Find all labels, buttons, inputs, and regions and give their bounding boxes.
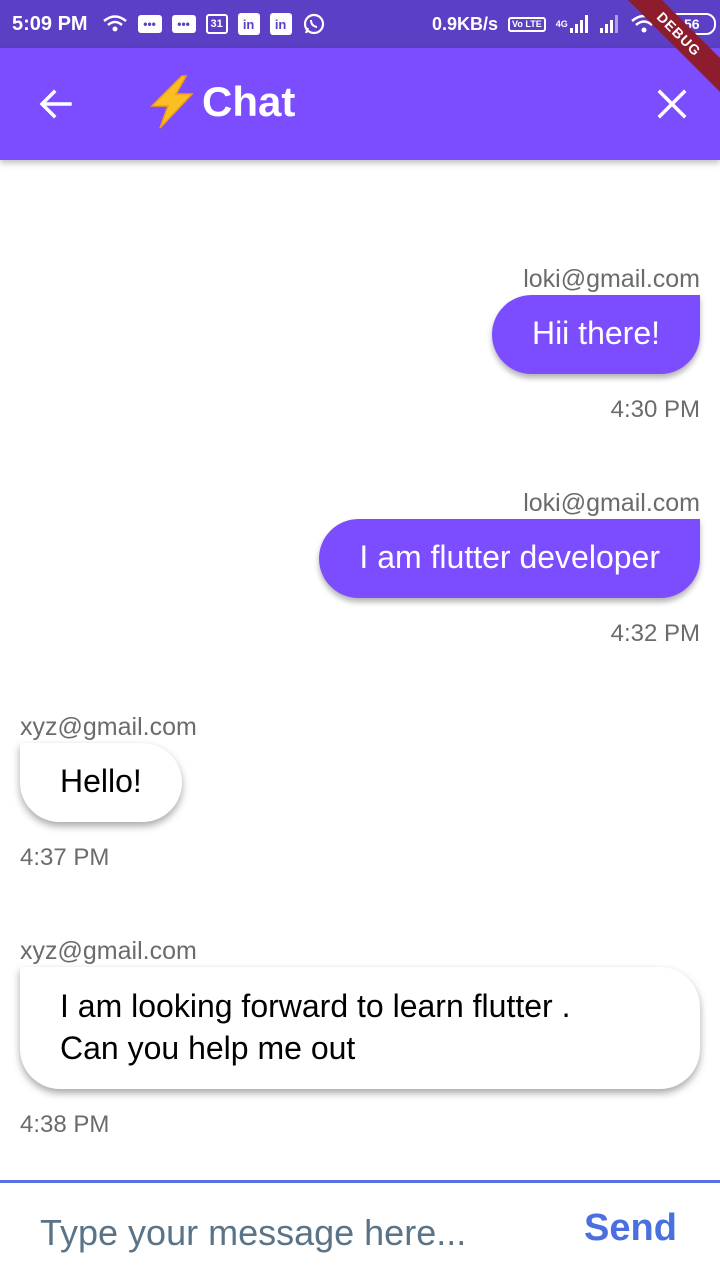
app-title-group: Chat (146, 74, 295, 130)
wifi-data-icon (102, 13, 128, 35)
message-input[interactable] (40, 1205, 560, 1261)
message-time: 4:32 PM (610, 620, 700, 647)
message-bubble: I am flutter developer (319, 519, 700, 598)
status-notification-icons: ••• ••• 31 in in (102, 13, 326, 35)
page-title: Chat (202, 78, 296, 125)
message-item: loki@gmail.com Hii there! 4:30 PM (20, 265, 700, 424)
message-bubble: I am looking forward to learn flutter . … (20, 967, 700, 1089)
signal-icon (598, 13, 620, 35)
message-bubble: Hii there! (491, 295, 700, 374)
message-sender: xyz@gmail.com (20, 937, 197, 965)
message-item: xyz@gmail.com I am looking forward to le… (20, 937, 700, 1139)
message-sender: xyz@gmail.com (20, 713, 197, 741)
message-sender: loki@gmail.com (523, 489, 700, 517)
message-item: xyz@gmail.com Hello! 4:37 PM (20, 713, 700, 872)
app-bar: Chat (0, 48, 720, 160)
status-time: 5:09 PM (12, 12, 88, 35)
linkedin-icon: in (269, 13, 292, 35)
message-time: 4:38 PM (20, 1111, 110, 1138)
calendar-icon: 31 (205, 14, 228, 34)
message-list[interactable]: loki@gmail.com Hii there! 4:30 PM loki@g… (0, 160, 720, 1180)
message-composer: Send (0, 1180, 720, 1280)
network-type-label: 4G (555, 19, 568, 29)
lightning-bolt-icon (150, 75, 194, 129)
whatsapp-icon (302, 13, 326, 35)
message-sender: loki@gmail.com (523, 265, 700, 293)
message-bubble: Hello! (20, 743, 182, 822)
close-icon (657, 89, 687, 119)
linkedin-icon: in (237, 13, 260, 35)
message-time: 4:30 PM (610, 396, 700, 423)
volte-icon: Vo LTE (508, 16, 546, 32)
status-bar: 5:09 PM ••• ••• 31 in in 0.9KB/s Vo LTE … (0, 0, 720, 48)
arrow-back-icon (39, 89, 72, 119)
message-time: 4:37 PM (20, 844, 110, 871)
signal-4g-icon: 4G (556, 13, 588, 35)
network-speed: 0.9KB/s (432, 13, 499, 34)
send-button[interactable]: Send (584, 1207, 677, 1250)
message-icon: ••• (137, 15, 162, 33)
close-button[interactable] (646, 78, 698, 130)
message-item: loki@gmail.com I am flutter developer 4:… (20, 489, 700, 648)
message-icon: ••• (171, 15, 196, 33)
back-button[interactable] (30, 78, 82, 130)
